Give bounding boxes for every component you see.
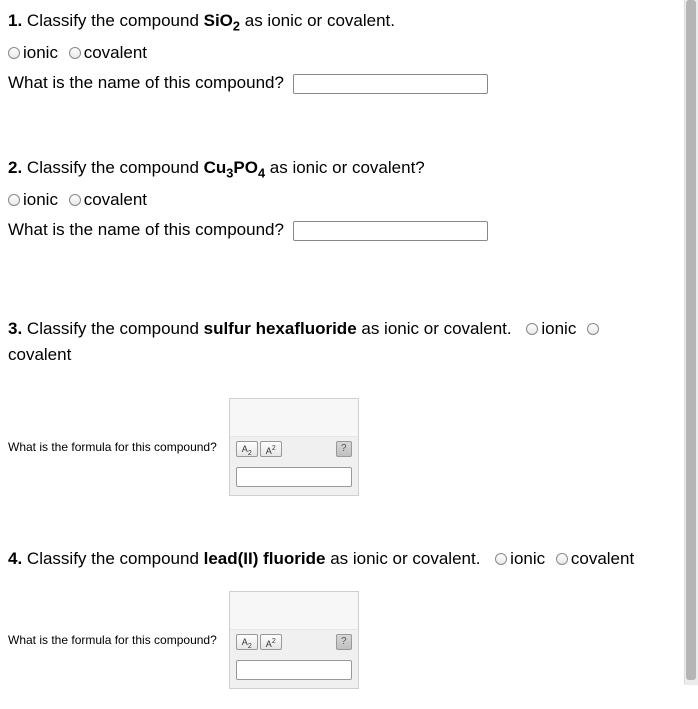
sub-question-text: What is the formula for this compound? bbox=[8, 440, 217, 454]
formula-toolbar: A2 A2 ? bbox=[230, 437, 358, 461]
sub-question-text: What is the formula for this compound? bbox=[8, 633, 217, 647]
question-3: 3. Classify the compound sulfur hexafluo… bbox=[8, 316, 674, 497]
question-2-prompt: 2. Classify the compound Cu3PO4 as ionic… bbox=[8, 155, 674, 183]
subscript-button[interactable]: A2 bbox=[236, 441, 258, 457]
radio-covalent[interactable] bbox=[69, 47, 81, 59]
subscript-button[interactable]: A2 bbox=[236, 634, 258, 650]
radio-ionic-label: ionic bbox=[23, 190, 58, 209]
prompt-text-before: Classify the compound bbox=[27, 11, 204, 30]
radio-ionic-label: ionic bbox=[510, 549, 545, 568]
radio-covalent-label: covalent bbox=[8, 345, 71, 364]
prompt-text-before: Classify the compound bbox=[27, 158, 204, 177]
radio-covalent-label: covalent bbox=[84, 190, 147, 209]
formula-toolbar: A2 A2 ? bbox=[230, 630, 358, 654]
scrollbar-thumb[interactable] bbox=[686, 0, 696, 680]
formula-row-q3: What is the formula for this compound? A… bbox=[8, 398, 674, 496]
compound-name-input[interactable] bbox=[293, 221, 488, 241]
compound-name-input[interactable] bbox=[293, 74, 488, 94]
question-1-prompt: 1. Classify the compound SiO2 as ionic o… bbox=[8, 8, 674, 36]
compound: lead(II) fluoride bbox=[204, 549, 326, 568]
radio-group-q4: ionic covalent bbox=[495, 549, 634, 568]
compound: Cu3PO4 bbox=[204, 158, 265, 177]
question-1: 1. Classify the compound SiO2 as ionic o… bbox=[8, 8, 674, 97]
question-number: 4. bbox=[8, 549, 22, 568]
sub-question-text: What is the name of this compound? bbox=[8, 73, 284, 92]
content-area: 1. Classify the compound SiO2 as ionic o… bbox=[0, 0, 684, 709]
prompt-text-before: Classify the compound bbox=[27, 319, 204, 338]
radio-covalent[interactable] bbox=[69, 194, 81, 206]
radio-group-q1: ionic covalent bbox=[8, 40, 674, 66]
question-4-prompt: 4. Classify the compound lead(II) fluori… bbox=[8, 546, 674, 572]
radio-ionic[interactable] bbox=[8, 194, 20, 206]
scrollbar-track[interactable] bbox=[684, 0, 698, 685]
radio-ionic[interactable] bbox=[495, 553, 507, 565]
radio-covalent[interactable] bbox=[587, 323, 599, 335]
radio-ionic-label: ionic bbox=[23, 43, 58, 62]
question-number: 1. bbox=[8, 11, 22, 30]
superscript-button[interactable]: A2 bbox=[260, 634, 282, 650]
radio-covalent-label: covalent bbox=[571, 549, 634, 568]
superscript-button[interactable]: A2 bbox=[260, 441, 282, 457]
formula-row-q4: What is the formula for this compound? A… bbox=[8, 591, 674, 689]
radio-group-q2: ionic covalent bbox=[8, 187, 674, 213]
prompt-text-after: as ionic or covalent. bbox=[325, 549, 480, 568]
help-icon[interactable]: ? bbox=[336, 441, 352, 457]
formula-preview bbox=[230, 399, 358, 437]
question-4: 4. Classify the compound lead(II) fluori… bbox=[8, 546, 674, 688]
formula-preview bbox=[230, 592, 358, 630]
prompt-text-after: as ionic or covalent. bbox=[240, 11, 395, 30]
question-2: 2. Classify the compound Cu3PO4 as ionic… bbox=[8, 155, 674, 244]
sub-question-text: What is the name of this compound? bbox=[8, 220, 284, 239]
prompt-text-after: as ionic or covalent? bbox=[265, 158, 425, 177]
question-number: 2. bbox=[8, 158, 22, 177]
radio-ionic-label: ionic bbox=[541, 319, 576, 338]
sub-question-row: What is the name of this compound? bbox=[8, 70, 674, 96]
question-3-prompt: 3. Classify the compound sulfur hexafluo… bbox=[8, 316, 674, 369]
formula-input[interactable] bbox=[236, 467, 352, 487]
question-number: 3. bbox=[8, 319, 22, 338]
radio-covalent[interactable] bbox=[556, 553, 568, 565]
formula-widget: A2 A2 ? bbox=[229, 398, 359, 496]
compound: sulfur hexafluoride bbox=[204, 319, 357, 338]
help-icon[interactable]: ? bbox=[336, 634, 352, 650]
compound: SiO2 bbox=[204, 11, 240, 30]
sub-question-row: What is the name of this compound? bbox=[8, 217, 674, 243]
radio-covalent-label: covalent bbox=[84, 43, 147, 62]
formula-widget: A2 A2 ? bbox=[229, 591, 359, 689]
formula-input[interactable] bbox=[236, 660, 352, 680]
radio-ionic[interactable] bbox=[526, 323, 538, 335]
radio-ionic[interactable] bbox=[8, 47, 20, 59]
prompt-text-after: as ionic or covalent. bbox=[357, 319, 512, 338]
prompt-text-before: Classify the compound bbox=[27, 549, 204, 568]
